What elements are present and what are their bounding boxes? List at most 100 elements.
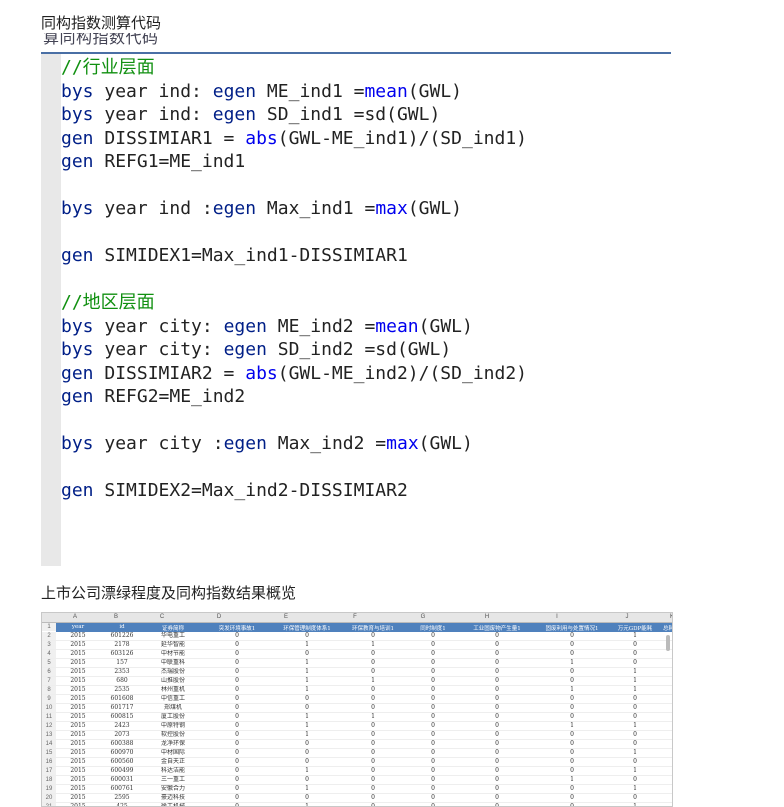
table-cell: 0 [371, 632, 375, 639]
table-cell: 中材节能 [160, 650, 185, 657]
table-row: 6 2015 2353 杰瑞股份 0 1 0 0 0 0 1 [42, 668, 672, 677]
code-token: SIMIDEX2=Max_ind2-DISSIMIAR2 [93, 480, 408, 501]
row-number: 7 [42, 677, 56, 685]
table-cell: 0 [570, 650, 574, 657]
table-cell: 0 [371, 767, 375, 774]
table-cell: 603126 [110, 650, 134, 657]
code-line: gen DISSIMIAR1 = abs(GWL-ME_ind1)/(SD_in… [61, 127, 661, 151]
table-cell: 2015 [70, 650, 86, 657]
table-cell: 600560 [110, 758, 134, 765]
table-cell: 0 [431, 794, 435, 801]
table-cell: 0 [570, 794, 574, 801]
table-cell: 600388 [110, 740, 134, 747]
code-token: year ind : [93, 198, 213, 219]
table-row: 20 2015 2595 豪迈科技 0 0 0 0 0 0 0 [42, 794, 672, 803]
table-cell: 0 [371, 668, 375, 675]
code-line: gen SIMIDEX1=Max_ind1-DISSIMIAR1 [61, 244, 661, 268]
table-cell: 601226 [110, 632, 134, 639]
code-token: max [386, 433, 419, 454]
column-letter: K [658, 614, 672, 620]
code-token: mean [375, 315, 419, 337]
table-cell: 0 [495, 668, 499, 675]
table-cell: 0 [495, 740, 499, 747]
row-number: 6 [42, 668, 56, 676]
table-cell: 0 [305, 749, 309, 756]
table-cell: 0 [570, 785, 574, 792]
table-cell: 2015 [70, 722, 86, 729]
table-cell: 0 [495, 785, 499, 792]
table-cell: 0 [371, 794, 375, 801]
code-token: gen [61, 386, 94, 407]
table-cell: 2015 [70, 704, 86, 711]
table-row: 12 2015 2423 中原特钢 0 1 0 0 0 1 1 [42, 722, 672, 731]
code-token: gen [61, 362, 94, 384]
table-cell: 1 [305, 641, 309, 648]
table-cell: 0 [570, 668, 574, 675]
table-cell: 豪迈科技 [160, 794, 185, 801]
table-cell: 0 [235, 650, 239, 657]
table-cell: 0 [495, 803, 499, 807]
table-cell: 0 [305, 758, 309, 765]
table-cell: 2015 [70, 785, 86, 792]
table-cell: 2015 [70, 740, 86, 747]
code-token: gen [61, 127, 94, 149]
sheet-scrollbar [666, 635, 670, 651]
table-cell: 1 [633, 677, 637, 684]
table-cell: 安徽合力 [160, 785, 185, 792]
row-number: 16 [42, 758, 56, 766]
table-cell: 0 [570, 731, 574, 738]
clipped-image-header-text: 算同构指数代码 [43, 33, 159, 47]
code-token: egen [223, 433, 267, 454]
table-cell: 600815 [110, 713, 134, 720]
table-row: 3 2015 2178 延华智能 0 1 1 0 0 0 0 [42, 641, 672, 650]
table-row: 13 2015 2073 软控股份 0 1 0 0 0 0 0 [42, 731, 672, 740]
row-number: 4 [42, 650, 56, 658]
table-cell: 0 [235, 749, 239, 756]
table-cell: 0 [235, 686, 239, 693]
code-token: REFG1=ME_ind1 [93, 151, 246, 172]
table-cell: 0 [431, 731, 435, 738]
column-letter: E [283, 614, 288, 620]
table-cell: 1 [305, 713, 309, 720]
table-cell: 0 [570, 704, 574, 711]
table-cell: 601608 [110, 695, 134, 702]
table-cell: 0 [633, 794, 637, 801]
code-line: bys year city: egen SD_ind2 =sd(GWL) [61, 338, 661, 362]
table-cell: 0 [495, 677, 499, 684]
code-token: REFG2=ME_ind2 [93, 386, 246, 407]
table-cell: 0 [431, 785, 435, 792]
table-cell: 中原特钢 [160, 722, 185, 729]
table-cell: 0 [570, 758, 574, 765]
table-cell: 1 [633, 803, 637, 807]
code-gutter [41, 54, 61, 566]
table-cell: 1 [305, 686, 309, 693]
table-cell: 0 [305, 704, 309, 711]
clipped-image-header: 算同构指数代码 [41, 33, 671, 54]
table-cell: 0 [235, 767, 239, 774]
table-cell: 0 [633, 776, 637, 783]
table-cell: 0 [431, 803, 435, 807]
table-cell: 中信重工 [160, 695, 185, 702]
row-number: 1 [42, 623, 56, 631]
table-row: 2 2015 601226 华电重工 0 0 0 0 0 0 1 [42, 632, 672, 641]
table-cell: 延华智能 [160, 641, 185, 648]
table-cell: 0 [633, 695, 637, 702]
table-cell: 1 [305, 731, 309, 738]
table-cell: 1 [305, 677, 309, 684]
code-token: (GWL) [418, 315, 473, 337]
code-line: bys year ind: egen SD_ind1 =sd(GWL) [61, 103, 661, 127]
table-cell: 0 [431, 776, 435, 783]
table-cell: 1 [371, 713, 375, 720]
code-token: gen [61, 480, 94, 501]
table-cell: 0 [235, 731, 239, 738]
table-cell: 2015 [70, 713, 86, 720]
table-cell: 2353 [114, 668, 130, 675]
table-cell: 1 [570, 722, 574, 729]
table-cell: 0 [371, 785, 375, 792]
table-cell: 华电重工 [160, 632, 185, 639]
row-number: 5 [42, 659, 56, 667]
table-cell: 425 [116, 803, 128, 807]
table-cell: 1 [305, 785, 309, 792]
